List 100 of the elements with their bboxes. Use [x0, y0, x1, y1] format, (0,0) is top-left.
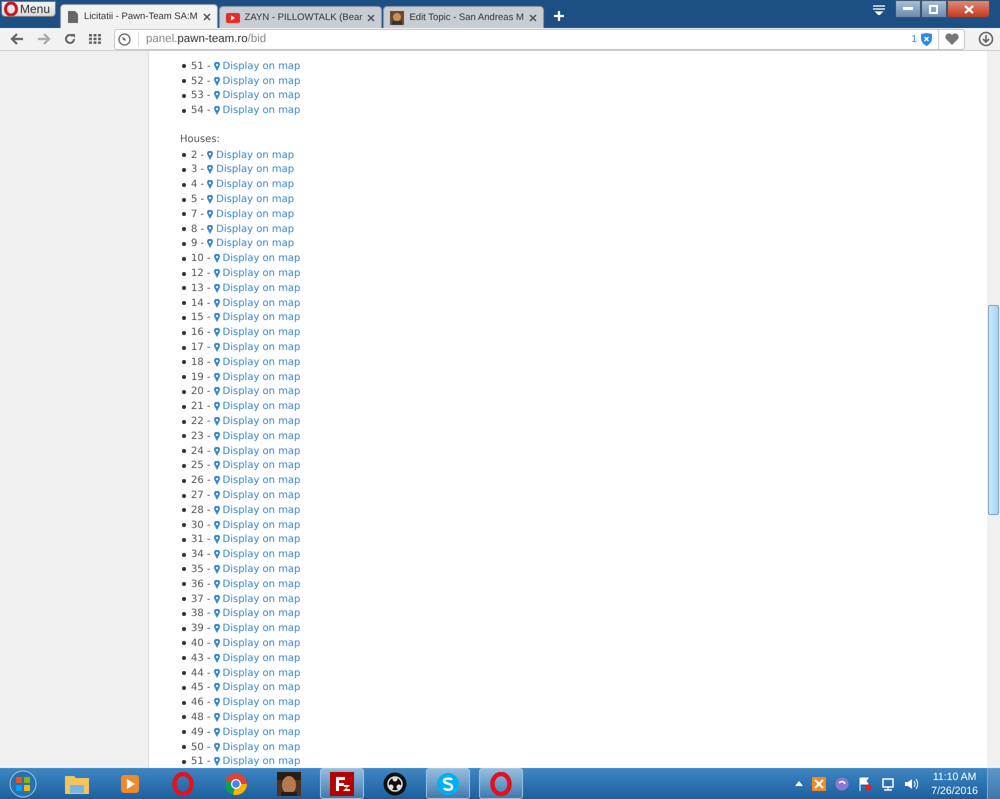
- map-link[interactable]: Display on map: [222, 446, 300, 457]
- map-link[interactable]: Display on map: [222, 105, 300, 116]
- map-link[interactable]: Display on map: [222, 623, 300, 634]
- map-link[interactable]: Display on map: [222, 756, 300, 768]
- tab-menu-icon[interactable]: [873, 5, 885, 15]
- address-field[interactable]: panel.pawn-team.ro/bid 1: [114, 28, 965, 50]
- map-link[interactable]: Display on map: [222, 520, 300, 531]
- item-number: 22 -: [191, 416, 211, 428]
- item-number: 9 -: [191, 238, 204, 250]
- item-number: 24 -: [191, 446, 211, 457]
- map-link[interactable]: Display on map: [216, 208, 294, 220]
- map-link[interactable]: Display on map: [222, 90, 300, 102]
- scrollbar-thumb[interactable]: [988, 305, 999, 515]
- item-number: 20 -: [191, 386, 211, 398]
- map-link[interactable]: Display on map: [222, 668, 300, 679]
- map-link[interactable]: Display on map: [222, 460, 300, 472]
- map-link[interactable]: Display on map: [222, 652, 300, 664]
- map-link[interactable]: Display on map: [222, 386, 300, 398]
- map-link[interactable]: Display on map: [222, 534, 300, 546]
- grid-icon[interactable]: [89, 34, 101, 44]
- map-link[interactable]: Display on map: [222, 475, 300, 486]
- map-link[interactable]: Display on map: [222, 490, 300, 501]
- item-number: 5 -: [191, 194, 204, 206]
- map-pin-icon: [214, 432, 220, 441]
- clock[interactable]: 11:10 AM 7/26/2016: [931, 770, 978, 798]
- tray-arrow-icon[interactable]: [795, 781, 804, 786]
- map-link[interactable]: Display on map: [222, 342, 300, 354]
- map-link[interactable]: Display on map: [222, 549, 300, 560]
- map-link[interactable]: Display on map: [222, 682, 300, 694]
- item-number: 34 -: [191, 549, 211, 560]
- close-icon: [964, 4, 974, 14]
- map-link[interactable]: Display on map: [222, 564, 300, 575]
- item-number: 19 -: [191, 372, 211, 383]
- item-number: 43 -: [191, 652, 211, 664]
- map-pin-icon: [214, 298, 220, 308]
- map-link[interactable]: Display on map: [222, 372, 300, 383]
- plus-icon[interactable]: [552, 10, 565, 22]
- scrollbar[interactable]: [987, 51, 1000, 768]
- map-link[interactable]: Display on map: [222, 356, 300, 368]
- map-link[interactable]: Display on map: [216, 150, 294, 161]
- map-link[interactable]: Display on map: [222, 416, 300, 428]
- browser-tab[interactable]: Edit Topic - San Andreas M: [383, 6, 544, 28]
- item-number: 37 -: [191, 594, 211, 605]
- torrent-icon[interactable]: [835, 776, 850, 790]
- item-number: 46 -: [191, 697, 211, 708]
- back-icon[interactable]: [10, 33, 24, 45]
- map-link[interactable]: Display on map: [222, 312, 300, 324]
- map-link[interactable]: Display on map: [216, 194, 294, 206]
- map-link[interactable]: Display on map: [222, 268, 300, 280]
- reload-icon[interactable]: [64, 33, 76, 45]
- map-link[interactable]: Display on map: [222, 253, 300, 264]
- skype-icon: [436, 772, 460, 796]
- item-number: 30 -: [191, 520, 211, 531]
- map-pin-icon: [214, 624, 220, 634]
- map-link[interactable]: Display on map: [222, 697, 300, 708]
- map-pin-icon: [214, 594, 220, 604]
- map-pin-icon: [207, 165, 214, 174]
- map-link[interactable]: Display on map: [222, 742, 300, 753]
- minimize-button[interactable]: [895, 0, 921, 18]
- xampp-icon[interactable]: [812, 776, 826, 790]
- network-icon[interactable]: [881, 776, 896, 790]
- item-number: 15 -: [191, 312, 211, 324]
- browser-tab[interactable]: Licitatii - Pawn-Team SA:M: [60, 4, 218, 28]
- map-link[interactable]: Display on map: [222, 594, 300, 605]
- item-number: 45 -: [191, 682, 211, 694]
- map-link[interactable]: Display on map: [222, 76, 300, 87]
- item-number: 40 -: [191, 638, 211, 649]
- close-icon[interactable]: [528, 14, 537, 22]
- browser-tab[interactable]: ZAYN - PILLOWTALK (Bear: [218, 6, 382, 28]
- map-link[interactable]: Display on map: [222, 712, 300, 723]
- map-link[interactable]: Display on map: [222, 327, 300, 338]
- download-icon[interactable]: [978, 31, 994, 47]
- map-link[interactable]: Display on map: [222, 298, 300, 309]
- map-link[interactable]: Display on map: [216, 179, 294, 190]
- map-link[interactable]: Display on map: [222, 282, 300, 294]
- map-link[interactable]: Display on map: [222, 430, 300, 442]
- flag-icon[interactable]: [858, 776, 872, 790]
- map-link[interactable]: Display on map: [222, 401, 300, 412]
- map-pin-icon: [207, 224, 214, 234]
- map-link[interactable]: Display on map: [222, 726, 300, 738]
- map-link[interactable]: Display on map: [222, 608, 300, 620]
- volume-icon[interactable]: [904, 776, 918, 790]
- item-number: 38 -: [191, 608, 211, 620]
- filezilla-icon: [330, 772, 354, 796]
- taskbar-app[interactable]: [320, 768, 364, 799]
- map-link[interactable]: Display on map: [222, 578, 300, 590]
- close-icon[interactable]: [202, 12, 211, 20]
- map-pin-icon: [214, 446, 220, 456]
- item-number: 10 -: [191, 253, 211, 264]
- map-link[interactable]: Display on map: [216, 238, 294, 250]
- map-link[interactable]: Display on map: [222, 504, 300, 516]
- menu-button[interactable]: Menu: [1, 1, 56, 17]
- map-link[interactable]: Display on map: [216, 224, 294, 235]
- shield-icon[interactable]: [921, 32, 932, 46]
- map-link[interactable]: Display on map: [222, 638, 300, 649]
- map-link[interactable]: Display on map: [222, 60, 300, 72]
- close-button[interactable]: [947, 0, 990, 18]
- close-icon[interactable]: [367, 14, 376, 22]
- restore-button[interactable]: [921, 0, 947, 18]
- map-link[interactable]: Display on map: [216, 164, 294, 176]
